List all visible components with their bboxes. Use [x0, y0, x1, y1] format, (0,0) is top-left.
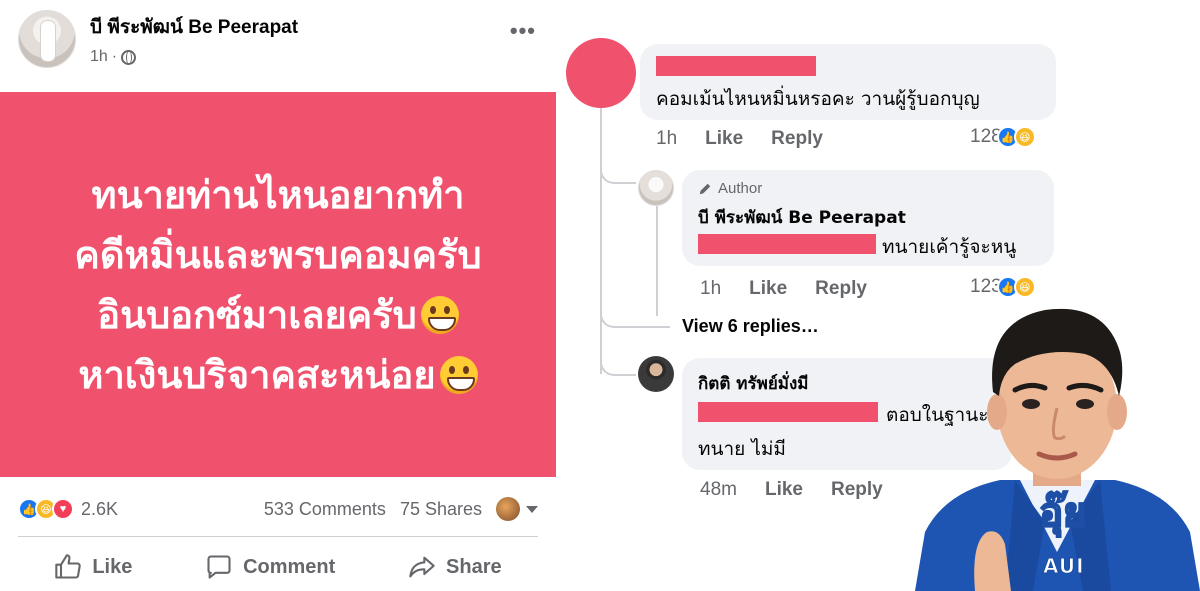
caption-english: AUI: [1043, 554, 1085, 579]
post-card-line: ทนายท่านไหนอยากทำ: [91, 172, 465, 217]
comment-meta: 1h Like Reply: [656, 128, 851, 150]
comment-time[interactable]: 1h: [656, 128, 677, 150]
author-badge-label: Author: [718, 180, 763, 197]
comment-meta: 48m Like Reply: [700, 479, 911, 501]
thread-line: [600, 108, 602, 158]
comment-text-line: ทนาย ไม่มี: [698, 438, 786, 460]
redacted-mention: [698, 402, 878, 422]
thread-line: [600, 296, 670, 328]
post-card-line: อินบอกซ์มาเลยครับ: [97, 292, 417, 337]
like-button-label: Like: [92, 555, 133, 578]
more-horizontal-icon: •••: [509, 18, 536, 43]
reaction-icons[interactable]: 👍 😆 ♥: [18, 498, 74, 520]
post-header: บี พีระพัฒน์ Be Peerapat 1h ·: [18, 10, 298, 68]
share-button-label: Share: [446, 555, 502, 578]
viewer-avatar[interactable]: [496, 497, 520, 521]
page-avatar[interactable]: [18, 10, 76, 68]
comment-button-label: Comment: [243, 555, 336, 578]
post-card-line-wrap: อินบอกซ์มาเลยครับ: [74, 285, 481, 345]
reaction-sticker: อุ๊ย AUI: [915, 292, 1200, 591]
thread-line: [600, 352, 636, 376]
post-card-line-wrap: หาเงินบริจาคสะหน่อย: [74, 345, 481, 405]
comment-reactions[interactable]: 128 👍 😆: [970, 126, 1036, 148]
globe-icon: [121, 49, 137, 65]
thread-line: [600, 156, 636, 184]
reply-text: ทนายเค้ารู้จะหนู: [882, 236, 1017, 258]
man-in-suit-illustration: [915, 308, 1200, 591]
reply-bubble: Author บี พีระพัฒน์ Be Peerapat ทนายเค้า…: [682, 170, 1054, 266]
post-card-line: คดีหมิ่นและพรบคอมครับ: [74, 232, 482, 277]
comment-text: คอมเม้นไหนหมิ่นหรอคะ วานผู้รู้บอกบุญ: [656, 88, 980, 110]
post-actions: Like Comment Share: [18, 548, 538, 586]
comments-count[interactable]: 533 Comments: [264, 499, 386, 520]
commenter-name[interactable]: กิตติ ทรัพย์มั่งมี: [698, 370, 809, 397]
comment-reply-button[interactable]: Reply: [771, 128, 823, 150]
post-meta: บี พีระพัฒน์ Be Peerapat 1h ·: [90, 12, 298, 66]
post-text-card: ทนายท่านไหนอยากทำ คดีหมิ่นและพรบคอมครับ …: [0, 92, 556, 477]
commenter-avatar-redacted[interactable]: [566, 38, 636, 108]
comment-like-button[interactable]: Like: [765, 479, 803, 501]
grinning-emoji-icon: [420, 295, 459, 334]
reply-like-button[interactable]: Like: [749, 278, 787, 300]
view-replies-link[interactable]: View 6 replies…: [682, 316, 819, 337]
reaction-count[interactable]: 2.6K: [81, 499, 118, 520]
divider: [18, 536, 538, 537]
reply-reply-button[interactable]: Reply: [815, 278, 867, 300]
comment-like-button[interactable]: Like: [705, 128, 743, 150]
thread-line: [656, 206, 658, 316]
reply-author-name[interactable]: บี พีระพัฒน์ Be Peerapat: [698, 204, 906, 231]
post-card-line: หาเงินบริจาคสะหน่อย: [78, 352, 436, 397]
comment-bubble: คอมเม้นไหนหมิ่นหรอคะ วานผู้รู้บอกบุญ: [640, 44, 1056, 120]
redacted-mention: [698, 234, 876, 254]
share-button[interactable]: Share: [408, 553, 502, 581]
haha-reaction-icon: 😆: [1013, 126, 1036, 148]
facebook-post: บี พีระพัฒน์ Be Peerapat 1h · ••• ทนายท่…: [0, 0, 556, 591]
pencil-icon: [699, 183, 711, 194]
more-options-button[interactable]: •••: [510, 18, 536, 44]
page-name[interactable]: บี พีระพัฒน์ Be Peerapat: [90, 12, 298, 42]
love-reaction-icon: ♥: [52, 498, 74, 520]
caption-thai: อุ๊ย: [1038, 489, 1087, 537]
thread-line: [600, 156, 602, 374]
comment-reply-button[interactable]: Reply: [831, 479, 883, 501]
reply-time[interactable]: 1h: [700, 278, 721, 300]
reactions-bar: 👍 😆 ♥ 2.6K 533 Comments 75 Shares: [18, 494, 538, 524]
commenter-avatar[interactable]: [638, 356, 674, 392]
post-time-text[interactable]: 1h: [90, 48, 108, 66]
post-time: 1h ·: [90, 48, 298, 66]
reply-meta: 1h Like Reply: [700, 278, 895, 300]
share-icon: [409, 556, 435, 578]
comment-button[interactable]: Comment: [205, 553, 335, 581]
caret-down-icon[interactable]: [526, 505, 538, 513]
author-avatar[interactable]: [638, 170, 674, 206]
shares-count[interactable]: 75 Shares: [400, 499, 482, 520]
comment-icon: [207, 555, 231, 579]
post-card-text: ทนายท่านไหนอยากทำ คดีหมิ่นและพรบคอมครับ …: [74, 165, 481, 405]
author-badge: Author: [698, 180, 762, 197]
redacted-name: [656, 56, 816, 76]
comment-time[interactable]: 48m: [700, 479, 737, 501]
grinning-emoji-icon: [439, 355, 478, 394]
thumbs-up-icon: [55, 554, 82, 579]
like-button[interactable]: Like: [54, 553, 132, 581]
